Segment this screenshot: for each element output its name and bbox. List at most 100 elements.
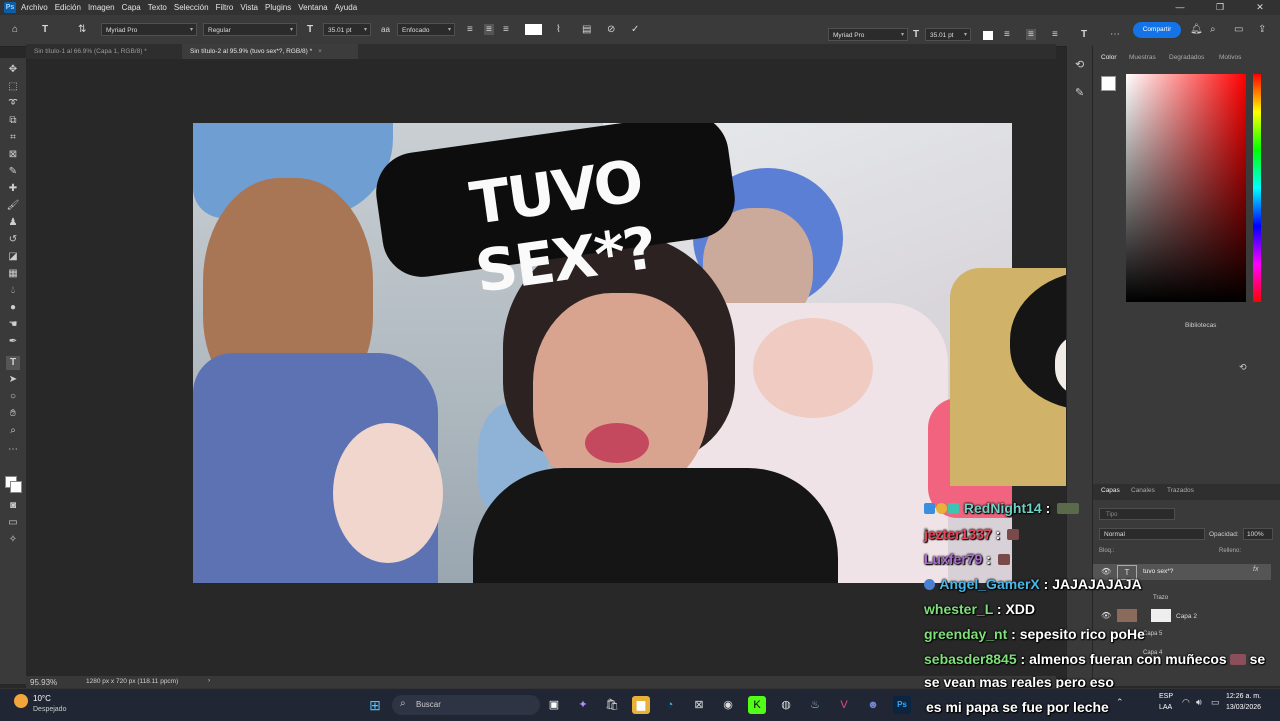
- obs-icon[interactable]: ◍: [777, 696, 795, 714]
- weather-desc[interactable]: Despejado: [33, 706, 66, 713]
- document-info[interactable]: 1280 px x 720 px (118.11 ppcm): [86, 678, 178, 685]
- windows-start-icon[interactable]: ⊞: [366, 696, 384, 714]
- clock-time[interactable]: 12:26 a. m.: [1226, 693, 1261, 700]
- task-view-icon[interactable]: ▣: [545, 696, 563, 714]
- maximize-button[interactable]: ❐: [1200, 0, 1240, 15]
- status-arrow-icon[interactable]: ›: [208, 677, 210, 684]
- wifi-icon[interactable]: ◠: [1182, 697, 1190, 708]
- history-brush-tool-icon[interactable]: ↺: [6, 233, 20, 247]
- menu-seleccion[interactable]: Selección: [174, 3, 209, 12]
- right-font-family-select[interactable]: Myriad Pro ▾: [828, 28, 908, 41]
- menu-plugins[interactable]: Plugins: [265, 3, 291, 12]
- home-icon[interactable]: ⌂: [12, 24, 18, 35]
- language-top[interactable]: ESP: [1159, 693, 1173, 700]
- character-panel-icon[interactable]: ▤: [582, 24, 591, 35]
- pen-tool-icon[interactable]: ✒︎: [6, 335, 20, 349]
- tab-paths[interactable]: Trazados: [1167, 487, 1194, 494]
- volume-icon[interactable]: 🔊︎: [1196, 697, 1202, 708]
- lasso-tool-icon[interactable]: ➰︎: [6, 97, 20, 111]
- chrome-icon[interactable]: ◉: [719, 696, 737, 714]
- antialias-select[interactable]: Enfocado ▾: [397, 23, 455, 36]
- discord-icon[interactable]: ☻: [864, 696, 882, 714]
- align-center-icon[interactable]: ≡: [484, 24, 494, 35]
- minimize-button[interactable]: —: [1160, 0, 1200, 15]
- background-color-swatch[interactable]: [10, 481, 22, 493]
- menu-imagen[interactable]: Imagen: [88, 3, 115, 12]
- font-style-select[interactable]: Regular ▾: [203, 23, 297, 36]
- edge-icon[interactable]: ◔: [661, 696, 679, 714]
- steam-icon[interactable]: ♨︎: [806, 696, 824, 714]
- search-icon[interactable]: ⌕: [1210, 24, 1216, 35]
- menu-vista[interactable]: Vista: [240, 3, 258, 12]
- menu-archivo[interactable]: Archivo: [21, 3, 48, 12]
- healing-tool-icon[interactable]: ✚: [6, 182, 20, 196]
- history-icon[interactable]: ⟲: [1075, 58, 1084, 71]
- type-tool-active-icon[interactable]: T: [6, 356, 20, 370]
- tab-document-2[interactable]: Sin título-2 al 95.9% (tuvo sex*?, RGB/8…: [182, 44, 358, 59]
- photoshop-taskbar-icon[interactable]: Ps: [893, 696, 911, 714]
- eraser-tool-icon[interactable]: ◪: [6, 250, 20, 264]
- kick-icon[interactable]: K: [748, 696, 766, 714]
- share-button[interactable]: Compartir: [1133, 22, 1181, 38]
- warp-text-icon[interactable]: ⌇: [556, 24, 561, 35]
- libraries-refresh-icon[interactable]: ⟲: [1239, 362, 1247, 373]
- notifications-icon[interactable]: 🔔︎: [1190, 24, 1203, 35]
- tab-swatches[interactable]: Muestras: [1129, 54, 1156, 61]
- tab-gradients[interactable]: Degradados: [1169, 54, 1204, 61]
- fg-swatch[interactable]: [1101, 76, 1116, 91]
- font-size-select[interactable]: 35.01 pt ▾: [323, 23, 371, 36]
- zoom-tool-icon[interactable]: ⌕: [6, 424, 20, 438]
- close-tab-icon[interactable]: ×: [318, 48, 322, 55]
- frame-tool-icon[interactable]: ⊠: [6, 148, 20, 162]
- language-bottom[interactable]: LAA: [1159, 704, 1172, 711]
- shape-tool-icon[interactable]: ○: [6, 390, 20, 404]
- close-button[interactable]: ✕: [1240, 0, 1280, 15]
- store-icon[interactable]: 🛍︎: [603, 696, 621, 714]
- tab-document-1[interactable]: Sin título-1 al 66.9% (Capa 1, RGB/8) *: [26, 44, 184, 59]
- crop-tool-icon[interactable]: ⌗: [6, 131, 20, 145]
- blur-tool-icon[interactable]: 💧︎: [6, 284, 20, 298]
- weather-icon[interactable]: [14, 694, 28, 708]
- align-right-icon[interactable]: ≡: [503, 24, 509, 35]
- right-type-icon[interactable]: T: [1081, 29, 1087, 40]
- menu-ayuda[interactable]: Ayuda: [335, 3, 358, 12]
- right-align-center-icon[interactable]: ≡: [1026, 29, 1036, 40]
- hand-tool-icon[interactable]: ✋︎: [6, 407, 20, 421]
- more-options-icon[interactable]: ⋯: [1110, 29, 1120, 40]
- type-tool-icon[interactable]: T: [42, 24, 48, 35]
- clock-date[interactable]: 13/03/2026: [1226, 704, 1261, 711]
- file-explorer-icon[interactable]: ▆: [632, 696, 650, 714]
- path-select-tool-icon[interactable]: ➤: [6, 373, 20, 387]
- text-orientation-icon[interactable]: ⇅: [78, 24, 86, 35]
- more-tools-icon[interactable]: ⋯: [6, 443, 20, 457]
- stamp-tool-icon[interactable]: ♟︎: [6, 216, 20, 230]
- menu-edicion[interactable]: Edición: [55, 3, 81, 12]
- smudge-tool-icon[interactable]: ☚: [6, 318, 20, 332]
- right-align-right-icon[interactable]: ≡: [1052, 29, 1058, 40]
- commit-icon[interactable]: ✓: [631, 24, 639, 35]
- weather-temp[interactable]: 10°C: [33, 694, 51, 703]
- marquee-tool-icon[interactable]: ⬚: [6, 80, 20, 94]
- workspace-icon[interactable]: ▭: [1234, 24, 1243, 35]
- tab-channels[interactable]: Canales: [1131, 487, 1155, 494]
- right-align-left-icon[interactable]: ≡: [1004, 29, 1010, 40]
- brush-tool-icon[interactable]: 🖌︎: [6, 199, 20, 213]
- align-left-icon[interactable]: ≡: [467, 24, 473, 35]
- tab-color[interactable]: Color: [1101, 54, 1117, 61]
- tab-patterns[interactable]: Motivos: [1219, 54, 1241, 61]
- right-font-size-select[interactable]: 35.01 pt ▾: [925, 28, 971, 41]
- zoom-level[interactable]: 95.93%: [30, 678, 57, 687]
- app-icon[interactable]: ⊠: [690, 696, 708, 714]
- text-color-swatch[interactable]: [525, 24, 542, 35]
- eyedropper-tool-icon[interactable]: ✎: [6, 165, 20, 179]
- gradient-tool-icon[interactable]: ▦: [6, 267, 20, 281]
- dodge-tool-icon[interactable]: ●: [6, 301, 20, 315]
- tab-layers[interactable]: Capas: [1101, 487, 1120, 494]
- font-family-select[interactable]: Myriad Pro ▾: [101, 23, 197, 36]
- move-tool-icon[interactable]: ✥: [6, 63, 20, 77]
- menu-filtro[interactable]: Filtro: [216, 3, 234, 12]
- hue-slider[interactable]: [1253, 74, 1261, 302]
- tray-chevron-icon[interactable]: ⌃: [1116, 697, 1124, 708]
- generative-icon[interactable]: ✧: [6, 533, 20, 547]
- color-picker-field[interactable]: [1126, 74, 1246, 302]
